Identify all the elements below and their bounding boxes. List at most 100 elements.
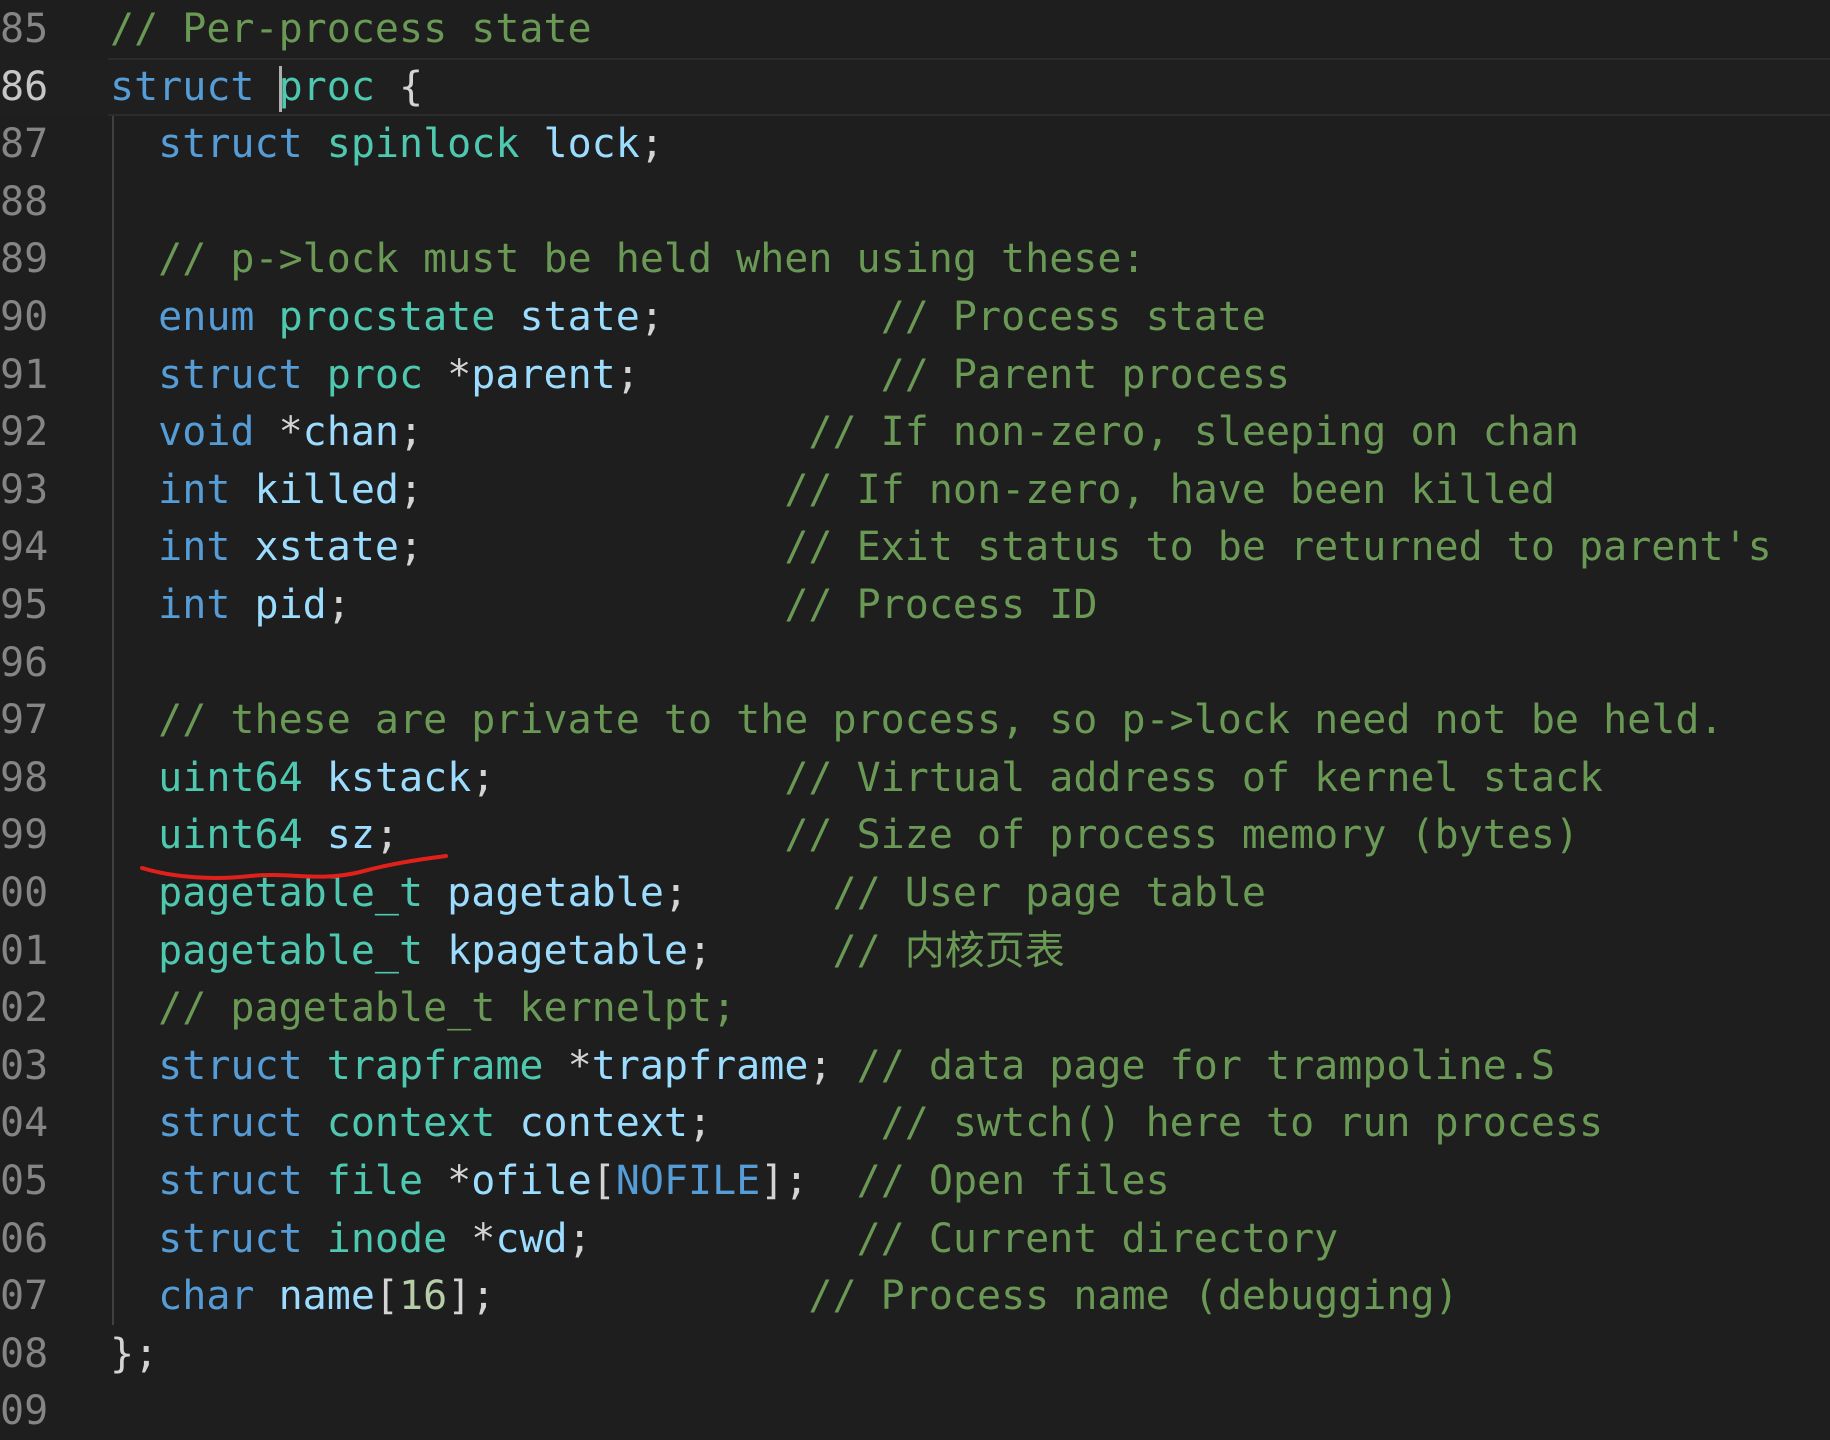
code-text[interactable]: void *chan; // If non-zero, sleeping on …	[110, 403, 1579, 461]
code-line[interactable]: 02 // pagetable_t kernelpt;	[0, 979, 1830, 1037]
code-line[interactable]: 00 pagetable_t pagetable; // User page t…	[0, 864, 1830, 922]
code-token: uint64	[158, 754, 303, 801]
code-text[interactable]: int pid; // Process ID	[110, 576, 1097, 634]
code-line[interactable]: 08};	[0, 1325, 1830, 1383]
code-line[interactable]: 85 // Per-process state	[0, 0, 1830, 58]
code-token: struct	[158, 351, 303, 398]
code-text[interactable]: // pagetable_t kernelpt;	[110, 979, 736, 1037]
code-line[interactable]: 01 pagetable_t kpagetable; // 内核页表	[0, 922, 1830, 980]
code-token: // Process name (debugging)	[808, 1273, 1459, 1320]
code-line[interactable]: 97 // these are private to the process, …	[0, 691, 1830, 749]
code-text[interactable]: };	[110, 1325, 158, 1383]
code-text[interactable]: struct trapframe *trapframe; // data pag…	[110, 1037, 1555, 1095]
code-line[interactable]: 03 struct trapframe *trapframe; // data …	[0, 1037, 1830, 1095]
code-token: ];	[760, 1158, 857, 1204]
code-text[interactable]: // p->lock must be held when using these…	[110, 230, 1145, 288]
code-token: sz	[326, 812, 375, 859]
code-text[interactable]: // these are private to the process, so …	[110, 691, 1724, 749]
code-line[interactable]: 86 struct proc {	[0, 57, 1830, 116]
line-number: 06	[0, 1215, 49, 1262]
code-token: // If non-zero, have been killed	[784, 466, 1555, 513]
code-token: chan	[302, 409, 399, 456]
code-line[interactable]: 89 // p->lock must be held when using th…	[0, 230, 1830, 288]
code-token: // Exit status to be returned to parent'…	[784, 524, 1772, 571]
code-text[interactable]: pagetable_t kpagetable; // 内核页表	[110, 922, 1065, 980]
code-line[interactable]: 92 void *chan; // If non-zero, sleeping …	[0, 403, 1830, 461]
line-number: 08	[0, 1330, 49, 1377]
code-line[interactable]: 91 struct proc *parent; // Parent proces…	[0, 346, 1830, 404]
code-text[interactable]: pagetable_t pagetable; // User page tabl…	[110, 864, 1266, 922]
line-number: 96	[0, 639, 49, 686]
code-line[interactable]: 05 struct file *ofile[NOFILE]; // Open f…	[0, 1152, 1830, 1210]
code-line[interactable]: 93 int killed; // If non-zero, have been…	[0, 461, 1830, 519]
code-text[interactable]: struct file *ofile[NOFILE]; // Open file…	[110, 1152, 1170, 1210]
code-token: // these are private to the process, so …	[158, 697, 1724, 744]
code-token: // User page table	[832, 870, 1266, 916]
code-token: // If non-zero, sleeping on chan	[808, 409, 1580, 456]
code-text[interactable]: char name[16]; // Process name (debuggin…	[110, 1267, 1459, 1325]
code-token: ;	[374, 812, 785, 859]
code-token: [	[374, 1273, 400, 1320]
code-token: pagetable_t	[158, 927, 424, 974]
code-token: ;	[615, 351, 881, 398]
code-token: ;	[688, 927, 833, 974]
code-token: // Process ID	[784, 582, 1098, 628]
code-token: context	[326, 1100, 496, 1147]
code-line[interactable]: 06 struct inode *cwd; // Current directo…	[0, 1210, 1830, 1268]
code-line[interactable]: 04 struct context context; // swtch() he…	[0, 1094, 1830, 1152]
code-line[interactable]: 96	[0, 634, 1830, 692]
code-editor[interactable]: 85 // Per-process state 86 struct proc {87 …	[0, 0, 1830, 1434]
code-token: file	[326, 1158, 424, 1204]
code-token: // Per-process state	[110, 6, 592, 52]
code-line[interactable]: 09	[0, 1382, 1830, 1440]
line-number: 04	[0, 1100, 49, 1147]
line-number: 85	[0, 6, 49, 52]
code-text[interactable]: // Per-process state	[110, 0, 592, 58]
code-text[interactable]: uint64 sz; // Size of process memory (by…	[110, 806, 1579, 864]
code-text[interactable]: struct inode *cwd; // Current directory	[110, 1210, 1338, 1268]
code-line[interactable]: 94 int xstate; // Exit status to be retu…	[0, 518, 1830, 576]
code-token: struct	[158, 1042, 303, 1089]
code-text[interactable]: struct proc *parent; // Parent process	[110, 346, 1290, 404]
code-line[interactable]: 98 uint64 kstack; // Virtual address of …	[0, 749, 1830, 807]
code-token: ;	[399, 409, 809, 456]
code-token: // pagetable_t kernelpt;	[158, 985, 737, 1032]
code-line[interactable]: 90 enum procstate state; // Process stat…	[0, 288, 1830, 346]
code-token: ;	[399, 524, 785, 571]
code-token: ;	[663, 870, 833, 916]
code-line[interactable]: 99 uint64 sz; // Size of process memory …	[0, 806, 1830, 864]
code-text[interactable]: int killed; // If non-zero, have been ki…	[110, 461, 1555, 519]
code-text[interactable]: int xstate; // Exit status to be returne…	[110, 518, 1772, 576]
code-line[interactable]: 07 char name[16]; // Process name (debug…	[0, 1267, 1830, 1325]
code-line[interactable]: 88	[0, 173, 1830, 231]
code-text[interactable]: enum procstate state; // Process state	[110, 288, 1266, 346]
line-number: 95	[0, 582, 49, 628]
line-number: 89	[0, 236, 49, 283]
code-text[interactable]: uint64 kstack; // Virtual address of ker…	[110, 749, 1603, 807]
code-token: trapframe	[326, 1042, 544, 1089]
code-token: kstack	[326, 754, 472, 801]
code-text[interactable]: struct spinlock lock;	[110, 115, 664, 173]
code-text[interactable]: struct proc {	[110, 58, 423, 116]
code-line[interactable]: 95 int pid; // Process ID	[0, 576, 1830, 634]
code-text[interactable]: struct context context; // swtch() here …	[110, 1094, 1603, 1152]
code-token: int	[158, 466, 231, 513]
code-token: ;	[471, 754, 785, 801]
code-line[interactable]: 87 struct spinlock lock;	[0, 115, 1830, 173]
line-number: 97	[0, 697, 49, 744]
code-token: inode	[326, 1215, 448, 1262]
